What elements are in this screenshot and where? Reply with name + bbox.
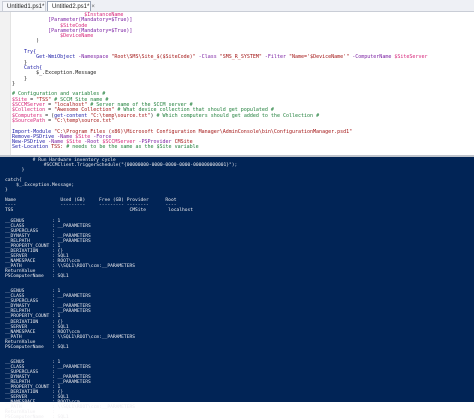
code-line: Get-WmiObject -Namespace "Root\SMS\Site_… [12,55,472,60]
code-token: -ComputerName [352,54,395,61]
code-token: "C:\temp\source.txt" [54,117,115,124]
code-token: -Filter [264,54,289,61]
close-icon[interactable]: × [91,4,95,10]
code-token: $SiteServer [394,54,428,61]
code-token: "Name='$DeviceName'" [289,54,353,61]
code-token: $SourcePath [12,117,49,124]
console-output: # Run Hardware inventory cycle #SCCMClie… [5,158,470,420]
tab-label: Untitled2.ps1* [52,4,90,10]
code-token: Set-Location [12,144,52,151]
code-token: -Namespace [78,54,112,61]
script-code: $InstanceName [Parameter(Mandatory=$True… [12,12,472,172]
tab-untitled2[interactable]: Untitled2.ps1* × [47,1,95,11]
code-token: ) [12,38,40,45]
code-token: "SMS_R_SYSTEM" [219,54,265,61]
console-pane[interactable]: # Run Hardware inventory cycle #SCCMClie… [0,157,474,420]
tab-bar: Untitled1.ps1* (Recovered)× Untitled2.ps… [0,0,474,20]
console-line: PSComputerName : SQL1 [5,415,69,420]
code-token: # needs to be the same as the $Site vari… [66,144,199,151]
tab-untitled1[interactable]: Untitled1.ps1* (Recovered)× [2,1,46,20]
line-gutter [0,12,11,155]
code-token: -Class [198,54,220,61]
script-editor[interactable]: $InstanceName [Parameter(Mandatory=$True… [0,12,474,171]
code-token: "Root\SMS\Site_$($SiteCode)" [111,54,199,61]
code-token: # Which computers should get added to th… [156,112,320,119]
code-token: TSS: [51,144,67,151]
